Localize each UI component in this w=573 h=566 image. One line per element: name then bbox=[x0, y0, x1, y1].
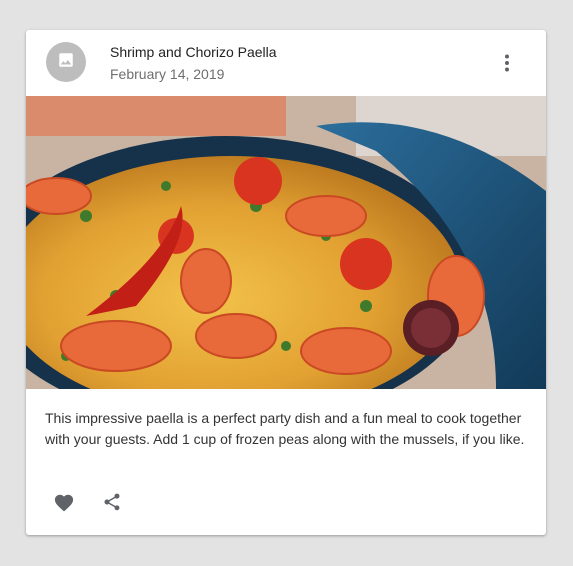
favorite-button[interactable] bbox=[44, 484, 84, 524]
more-vert-icon bbox=[504, 54, 510, 77]
favorite-icon bbox=[53, 492, 75, 517]
paella-image bbox=[26, 96, 546, 389]
avatar bbox=[46, 42, 86, 82]
share-button[interactable] bbox=[92, 484, 132, 524]
card-subheader: February 14, 2019 bbox=[110, 66, 225, 82]
card-actions bbox=[44, 484, 132, 524]
recipe-card: Shrimp and Chorizo Paella February 14, 2… bbox=[26, 30, 546, 535]
card-title: Shrimp and Chorizo Paella bbox=[110, 44, 277, 60]
image-icon bbox=[57, 51, 75, 74]
share-icon bbox=[102, 491, 122, 518]
more-options-button[interactable] bbox=[492, 50, 522, 80]
card-header: Shrimp and Chorizo Paella February 14, 2… bbox=[26, 30, 546, 96]
card-body-text: This impressive paella is a perfect part… bbox=[45, 410, 525, 447]
